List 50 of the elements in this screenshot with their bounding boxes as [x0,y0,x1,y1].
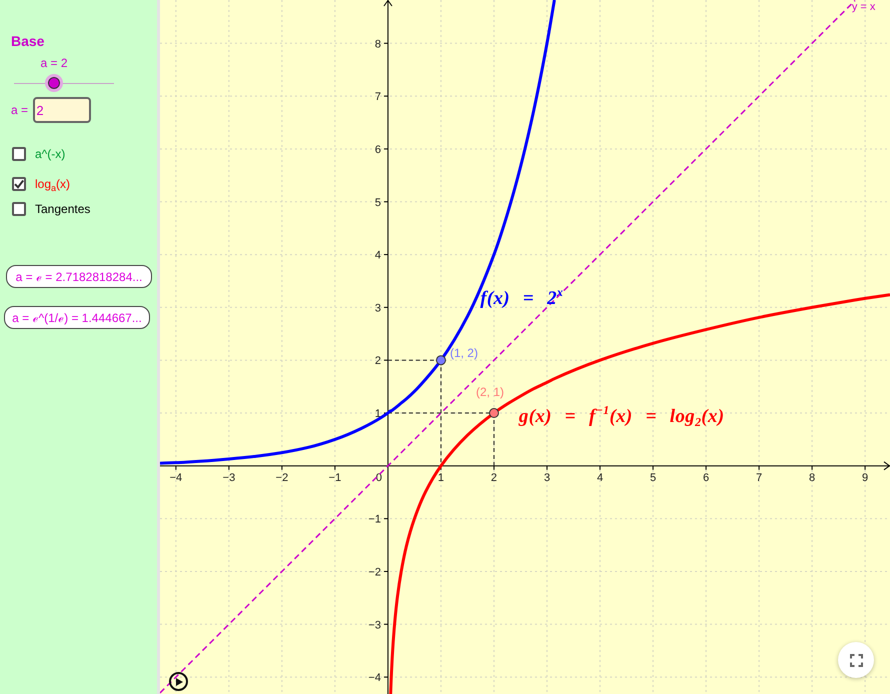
tick-label: 2 [374,355,381,368]
input-field[interactable]: 2 [33,97,92,123]
tick-label: 7 [374,91,381,104]
fullscreen-button[interactable] [838,642,874,678]
tick-label: 7 [756,472,762,484]
curve-label: f(x) = 2$^{x}$ [480,288,564,310]
fullscreen-icon [850,654,862,666]
tick-label: −1 [328,472,342,484]
checkbox[interactable] [12,177,26,191]
tick-label: 4 [374,250,381,262]
play-icon [176,678,183,686]
tick-label: −3 [368,619,381,632]
checkbox-label[interactable]: a^(-x) [35,147,66,161]
point-marker [488,408,499,418]
preset-button[interactable]: a = ℯ = 2.7182818284... [6,265,152,288]
tick-label: 1 [438,472,444,484]
checkbox-label[interactable]: log$_{a}$(x) [35,177,70,191]
checkbox-label[interactable]: Tangentes [35,202,90,216]
tick-label: 4 [596,472,604,484]
curve-label: y = x [852,1,876,14]
tick-label: 0 [376,472,382,484]
tick-label: 5 [374,196,381,209]
tick-label: 1 [374,408,381,420]
slider-value-label: a = 2 [40,56,68,70]
tick-label: −4 [368,672,381,684]
section-title: Base [11,33,44,49]
curve-label: g(x) = f$^{−1}$(x) = log$_{2}$(x) [518,406,724,428]
checkbox[interactable] [12,202,26,216]
tick-label: −4 [170,472,182,484]
checkbox[interactable] [12,147,26,161]
tick-label: 8 [809,472,816,484]
tick-label: −2 [276,472,288,484]
point-label: (2, 1) [476,385,504,400]
tick-label: −1 [368,514,381,526]
slider-thumb[interactable] [45,74,63,92]
tick-label: 6 [702,472,710,484]
tick-label: 3 [374,302,381,314]
point-label: (1, 2) [450,346,478,360]
tick-label: 6 [374,144,381,156]
tick-label: 9 [862,472,868,484]
input-label: a = [11,103,30,117]
preset-button[interactable]: a = ℯ^(1/ℯ) = 1.444667... [4,306,150,329]
tick-label: 5 [650,472,656,484]
tick-label: −3 [222,472,236,484]
tick-label: 2 [490,472,498,484]
tick-label: 8 [374,38,381,50]
tick-label: −2 [368,566,381,578]
point-marker [436,355,446,366]
play-button[interactable] [169,672,188,691]
tick-label: 3 [544,472,550,484]
